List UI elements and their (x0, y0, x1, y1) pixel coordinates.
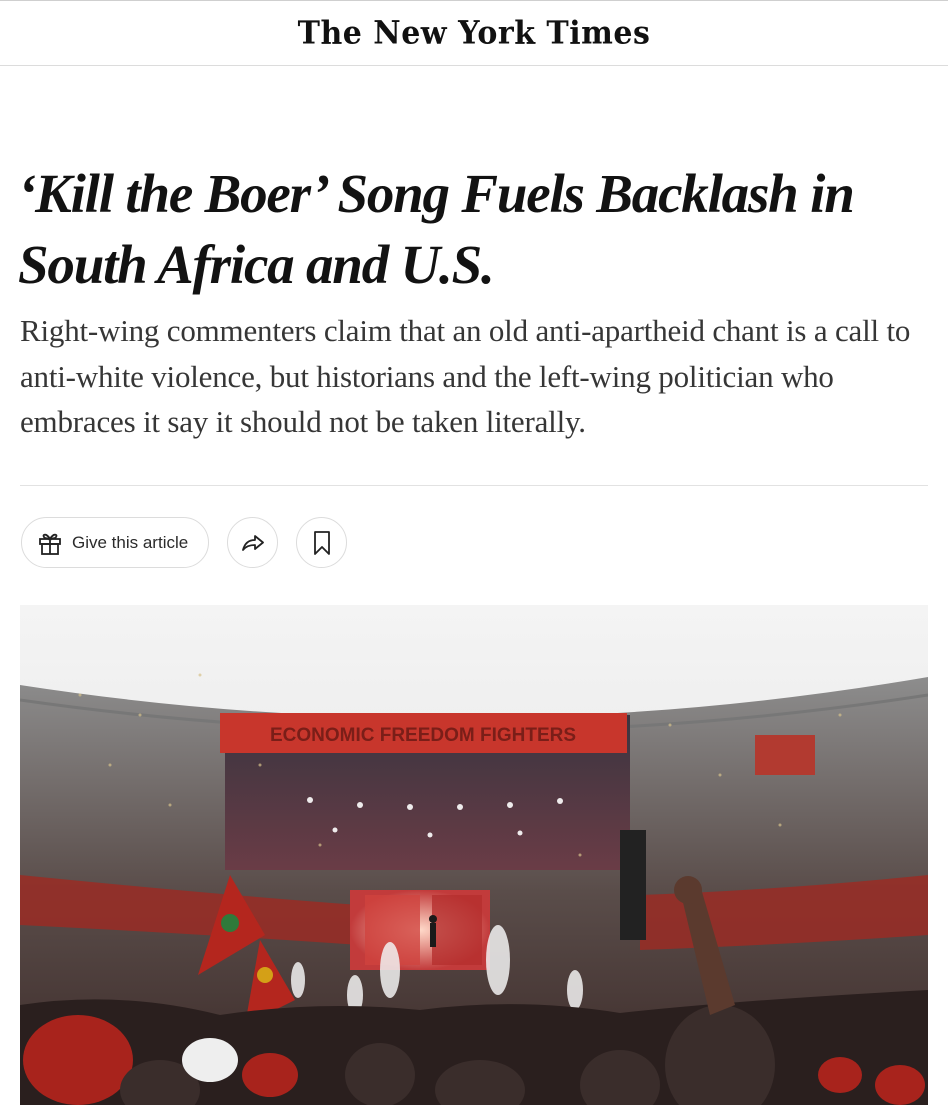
article-summary: Right-wing commenters claim that an old … (20, 313, 911, 439)
give-article-button[interactable]: Give this article (21, 517, 209, 568)
share-arrow-icon (240, 530, 266, 556)
article-photo[interactable]: ECONOMIC FREEDOM FIGHTERS (20, 605, 928, 1105)
article-headline: ‘Kill the Boer’ Song Fuels Backlash in S… (18, 163, 855, 295)
article-actions: Give this article (21, 517, 347, 568)
save-button[interactable] (296, 517, 347, 568)
banner-text: ECONOMIC FREEDOM FIGHTERS (270, 725, 576, 746)
bookmark-icon (311, 530, 333, 556)
give-article-label: Give this article (72, 532, 189, 552)
divider (20, 485, 928, 486)
masthead: The New York Times (0, 0, 948, 66)
share-button[interactable] (227, 517, 278, 568)
nyt-logo[interactable]: The New York Times (298, 15, 651, 52)
gift-icon (36, 529, 64, 557)
